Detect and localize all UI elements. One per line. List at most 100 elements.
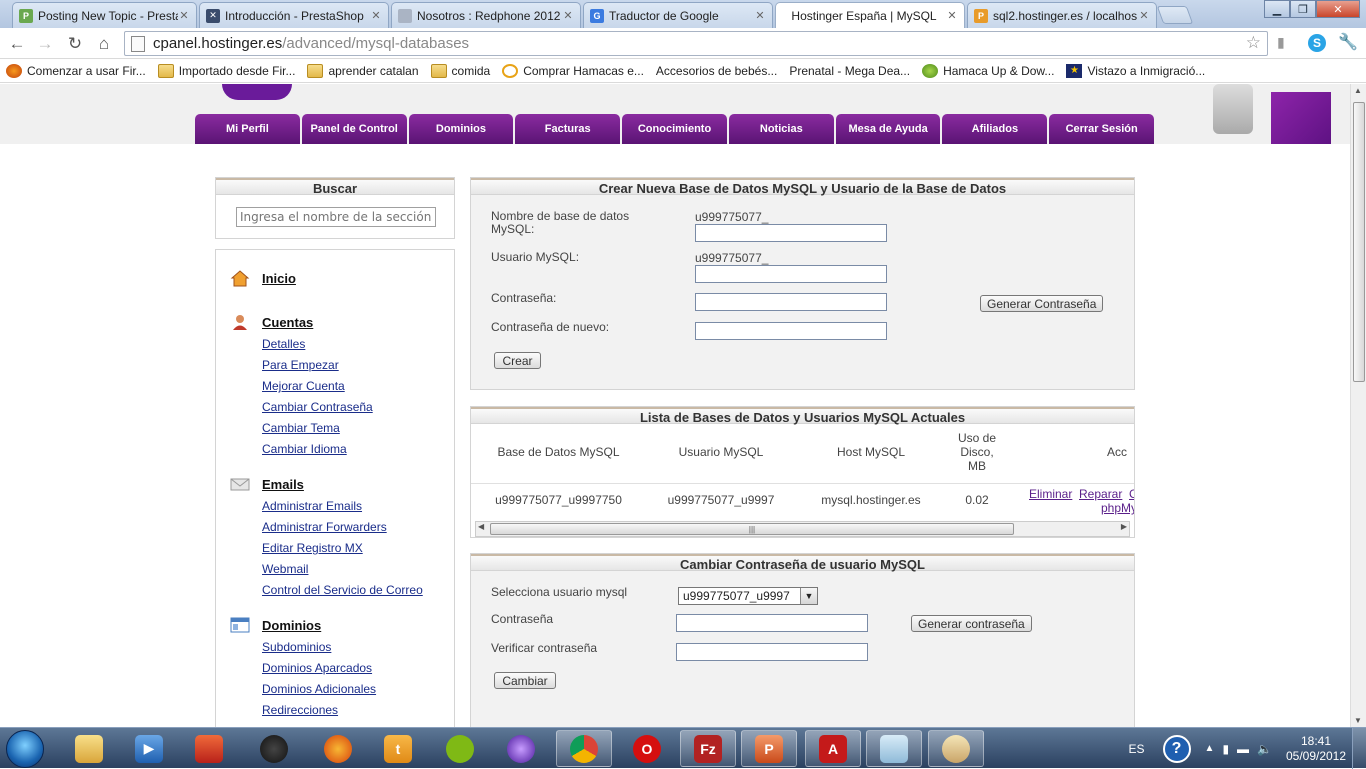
bookmark-item[interactable]: aprender catalan bbox=[307, 63, 419, 78]
nav-panel-de-control[interactable]: Panel de Control bbox=[301, 114, 407, 144]
close-window-button[interactable]: ✕ bbox=[1316, 0, 1360, 18]
notepad-app[interactable] bbox=[866, 730, 922, 767]
paint-app[interactable] bbox=[181, 730, 237, 767]
vertical-scrollbar[interactable]: ▲ ▼ bbox=[1350, 84, 1366, 727]
close-icon[interactable]: ✕ bbox=[370, 9, 382, 22]
utorrent-app[interactable]: t bbox=[370, 730, 426, 767]
scroll-up-icon[interactable]: ▲ bbox=[1354, 86, 1362, 95]
close-icon[interactable]: ✕ bbox=[1138, 9, 1150, 22]
power-icon[interactable]: ▬ bbox=[1237, 742, 1249, 756]
phpmyadmin-link[interactable]: phpMy bbox=[1101, 501, 1134, 515]
bookmark-item[interactable]: Accesorios de bebés... bbox=[0, 64, 777, 157]
verify-password-input[interactable] bbox=[676, 643, 868, 661]
sidebar-link-redirecciones[interactable]: Redirecciones bbox=[262, 700, 454, 721]
forward-arrow-icon[interactable]: → bbox=[34, 33, 56, 55]
scroll-left-icon[interactable]: ◀ bbox=[478, 522, 484, 531]
language-indicator[interactable]: ES bbox=[1129, 742, 1145, 756]
sidebar-link-mejorar-cuenta[interactable]: Mejorar Cuenta bbox=[262, 376, 454, 397]
itunes-app[interactable] bbox=[493, 730, 549, 767]
chrome-app[interactable] bbox=[556, 730, 612, 767]
spotify-app[interactable] bbox=[432, 730, 488, 767]
sidebar-link-administrar-emails[interactable]: Administrar Emails bbox=[262, 496, 454, 517]
sidebar-link-subdominios[interactable]: Subdominios bbox=[262, 637, 454, 658]
nav-dominios[interactable]: Dominios bbox=[408, 114, 514, 144]
repair-link[interactable]: Reparar bbox=[1079, 487, 1122, 501]
media-player-app[interactable]: ▶ bbox=[121, 730, 177, 767]
db-name-input[interactable] bbox=[695, 224, 887, 242]
close-icon[interactable]: ✕ bbox=[178, 9, 190, 22]
explorer-app[interactable] bbox=[61, 730, 117, 767]
wrench-icon[interactable]: 🔧 bbox=[1338, 34, 1358, 52]
sidebar-link-dominios-aparcados[interactable]: Dominios Aparcados bbox=[262, 658, 454, 679]
home-icon[interactable]: ⌂ bbox=[93, 33, 115, 55]
browser-tab[interactable]: P sql2.hostinger.es / localhos ✕ bbox=[967, 2, 1157, 28]
new-password-input[interactable] bbox=[676, 614, 868, 632]
sidebar-link-dominios-adicionales[interactable]: Dominios Adicionales bbox=[262, 679, 454, 700]
close-icon[interactable]: ✕ bbox=[562, 9, 574, 22]
sidebar-link-administrar-forwarders[interactable]: Administrar Forwarders bbox=[262, 517, 454, 538]
sidebar-link-webmail[interactable]: Webmail bbox=[262, 559, 454, 580]
scroll-right-icon[interactable]: ▶ bbox=[1121, 522, 1127, 531]
create-button[interactable]: Crear bbox=[494, 352, 541, 369]
check-link[interactable]: C bbox=[1129, 487, 1134, 501]
bookmark-item[interactable]: Importado desde Fir... bbox=[157, 63, 295, 78]
nav-mesa-de-ayuda[interactable]: Mesa de Ayuda bbox=[835, 114, 941, 144]
bookmark-item[interactable]: Comprar Hamacas e... bbox=[502, 63, 644, 78]
address-bar[interactable]: cpanel.hostinger.es/advanced/mysql-datab… bbox=[124, 31, 1268, 56]
sidebar-link-cambiar-idioma[interactable]: Cambiar Idioma bbox=[262, 439, 454, 460]
bookmark-item[interactable]: Comenzar a usar Fir... bbox=[6, 63, 146, 78]
skype-icon[interactable]: S bbox=[1308, 34, 1326, 52]
sidebar-link-detalles[interactable]: Detalles bbox=[262, 334, 454, 355]
maximize-button[interactable]: ❐ bbox=[1290, 0, 1316, 18]
sidebar-link-editar-registro-mx[interactable]: Editar Registro MX bbox=[262, 538, 454, 559]
reload-icon[interactable]: ↻ bbox=[64, 33, 86, 55]
sidebar-section-dominios[interactable]: Dominios bbox=[230, 613, 454, 637]
sidebar-link-cambiar-tema[interactable]: Cambiar Tema bbox=[262, 418, 454, 439]
browser-tab-active[interactable]: Hostinger España | MySQL ✕ bbox=[775, 2, 965, 28]
scrollbar-thumb[interactable]: ||| bbox=[490, 523, 1014, 535]
generate-password-button[interactable]: Generar contraseña bbox=[911, 615, 1032, 632]
nav-conocimiento[interactable]: Conocimiento bbox=[622, 114, 727, 144]
volume-icon[interactable]: 🔈 bbox=[1257, 742, 1272, 756]
sidebar-section-cuentas[interactable]: Cuentas bbox=[230, 310, 454, 334]
generate-password-button[interactable]: Generar Contraseña bbox=[980, 295, 1104, 312]
bookmark-item[interactable]: Hamaca Up & Dow... bbox=[922, 63, 1054, 78]
network-icon[interactable]: ▮ bbox=[1222, 742, 1229, 756]
help-icon[interactable]: ? bbox=[1162, 734, 1191, 763]
browser-tab[interactable]: Nosotros : Redphone 2012 ✕ bbox=[391, 2, 581, 28]
powerpoint-app[interactable]: P bbox=[741, 730, 797, 767]
nav-noticias[interactable]: Noticias bbox=[728, 114, 834, 144]
filezilla-app[interactable]: Fz bbox=[680, 730, 736, 767]
close-icon[interactable]: ✕ bbox=[946, 9, 958, 22]
tray-expand-icon[interactable]: ▲ bbox=[1205, 743, 1215, 754]
user-select[interactable]: u999775077_u9997 ▼ bbox=[678, 587, 818, 605]
sidebar-link-para-empezar[interactable]: Para Empezar bbox=[262, 355, 454, 376]
nav-afiliados[interactable]: Afiliados bbox=[942, 114, 1048, 144]
close-icon[interactable]: ✕ bbox=[754, 9, 766, 22]
password-input[interactable] bbox=[695, 293, 887, 311]
bookmark-item[interactable]: ★ Vistazo a Inmigració... bbox=[1066, 63, 1205, 78]
paint-app[interactable] bbox=[928, 730, 984, 767]
search-input[interactable] bbox=[236, 207, 436, 227]
sidebar-section-emails[interactable]: Emails bbox=[230, 472, 454, 496]
nav-facturas[interactable]: Facturas bbox=[515, 114, 621, 144]
show-desktop-button[interactable] bbox=[1352, 728, 1366, 769]
change-button[interactable]: Cambiar bbox=[494, 672, 556, 689]
delete-link[interactable]: Eliminar bbox=[1029, 487, 1072, 501]
password-again-input[interactable] bbox=[695, 322, 887, 340]
bookmark-item[interactable]: Prenatal - Mega Dea... bbox=[0, 64, 910, 157]
nav-mi-perfil[interactable]: Mi Perfil bbox=[195, 114, 300, 144]
nav-cerrar-sesion[interactable]: Cerrar Sesión bbox=[1049, 114, 1155, 144]
signal-icon[interactable]: ▮ bbox=[1277, 34, 1295, 52]
clock[interactable]: 18:41 05/09/2012 bbox=[1280, 734, 1352, 764]
sidebar-link-control-correo[interactable]: Control del Servicio de Correo bbox=[262, 580, 454, 601]
start-button[interactable] bbox=[6, 730, 44, 768]
browser-tab[interactable]: P Posting New Topic - Presta ✕ bbox=[12, 2, 197, 28]
dvd-app[interactable] bbox=[246, 730, 302, 767]
bookmark-item[interactable]: comida bbox=[430, 63, 490, 78]
browser-tab[interactable]: ✕ Introducción - PrestaShop ✕ bbox=[199, 2, 389, 28]
new-tab-button[interactable] bbox=[1156, 6, 1194, 24]
firefox-app[interactable] bbox=[310, 730, 366, 767]
user-input[interactable] bbox=[695, 265, 887, 283]
sidebar-link-cambiar-contrasena[interactable]: Cambiar Contraseña bbox=[262, 397, 454, 418]
